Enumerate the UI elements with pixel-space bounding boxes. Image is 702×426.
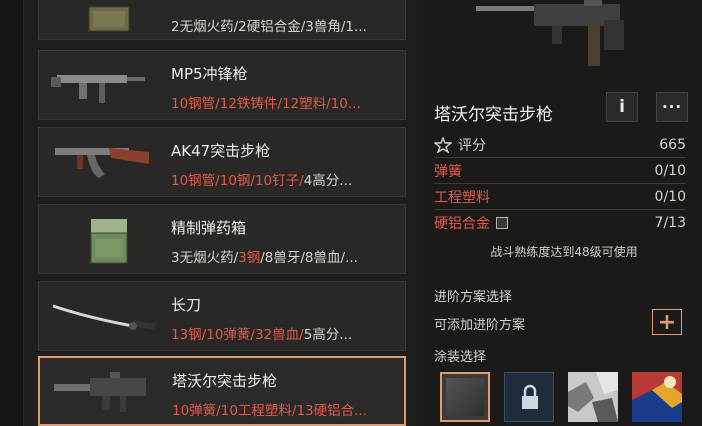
recipe-list: 2无烟火药/2硬铝合金/3兽角/1... MP5冲锋枪 10钢管/12铁铸件/1… bbox=[24, 0, 418, 426]
material-label: 弹簧 bbox=[434, 164, 462, 180]
list-item[interactable]: AK47突击步枪 10钢管/10钢/10钉子/4高分... bbox=[38, 127, 406, 197]
list-item[interactable]: 长刀 13钢/10弹簧/32兽血/5高分... bbox=[38, 281, 406, 351]
item-name: AK47突击步枪 bbox=[171, 142, 271, 160]
material-value: 0/10 bbox=[654, 163, 686, 179]
page-title: 塔沃尔突击步枪 bbox=[434, 105, 553, 125]
divider bbox=[434, 157, 686, 158]
list-item[interactable]: 2无烟火药/2硬铝合金/3兽角/1... bbox=[38, 0, 406, 40]
score-row: 评分 665 bbox=[434, 133, 686, 157]
material-row: 工程塑料 0/10 bbox=[434, 185, 686, 209]
ammo-crate-icon bbox=[90, 219, 128, 264]
plus-icon: + bbox=[657, 309, 677, 335]
skin-section-title: 涂装选择 bbox=[434, 350, 487, 365]
item-materials: 3无烟火药/3钢/8兽牙/8兽血/... bbox=[171, 250, 358, 266]
material-label: 工程塑料 bbox=[434, 190, 490, 206]
tavor-rifle-icon bbox=[54, 372, 146, 412]
camo-pattern-icon bbox=[568, 372, 618, 422]
material-row: 弹簧 0/10 bbox=[434, 159, 686, 183]
upgrade-hint: 可添加进阶方案 bbox=[434, 318, 526, 333]
skin-option-default[interactable] bbox=[440, 372, 490, 422]
info-button[interactable]: i bbox=[606, 92, 638, 122]
item-name: 精制弹药箱 bbox=[171, 219, 247, 237]
item-materials: 10钢管/12铁铸件/12塑料/10... bbox=[171, 96, 361, 112]
requirement-note: 战斗熟练度达到48级可使用 bbox=[490, 245, 638, 259]
lock-icon bbox=[522, 384, 538, 409]
list-item-selected[interactable]: 塔沃尔突击步枪 10弹簧/10工程塑料/13硬铝合... bbox=[38, 356, 406, 426]
tavor-rifle-preview-icon bbox=[476, 0, 624, 66]
supply-crate-icon bbox=[88, 6, 130, 32]
score-value: 665 bbox=[659, 137, 686, 153]
item-name: 塔沃尔突击步枪 bbox=[172, 372, 278, 390]
upgrade-section-title: 进阶方案选择 bbox=[434, 290, 513, 305]
long-blade-icon bbox=[52, 304, 156, 330]
item-materials: 13钢/10弹簧/32兽血/5高分... bbox=[171, 327, 353, 343]
list-item[interactable]: 精制弹药箱 3无烟火药/3钢/8兽牙/8兽血/... bbox=[38, 204, 406, 274]
mp5-gun-icon bbox=[51, 75, 145, 103]
ak47-gun-icon bbox=[55, 148, 149, 178]
divider bbox=[434, 209, 686, 210]
material-row: 硬铝合金 7/13 bbox=[434, 211, 686, 235]
list-item[interactable]: MP5冲锋枪 10钢管/12铁铸件/12塑料/10... bbox=[38, 50, 406, 120]
item-name: MP5冲锋枪 bbox=[171, 65, 248, 83]
premium-skin-icon bbox=[632, 372, 682, 422]
item-name: 长刀 bbox=[171, 296, 202, 314]
item-materials: 2无烟火药/2硬铝合金/3兽角/1... bbox=[171, 19, 367, 35]
material-value: 7/13 bbox=[654, 215, 686, 231]
rating-icon bbox=[434, 137, 452, 153]
more-button[interactable]: ··· bbox=[656, 92, 688, 122]
more-icon: ··· bbox=[661, 98, 683, 116]
score-label: 评分 bbox=[458, 138, 486, 154]
info-icon: i bbox=[619, 97, 625, 117]
skin-option-locked[interactable] bbox=[504, 372, 554, 422]
divider bbox=[434, 183, 686, 184]
material-value: 0/10 bbox=[654, 189, 686, 205]
item-materials: 10钢管/10钢/10钉子/4高分... bbox=[171, 173, 353, 189]
left-rail bbox=[0, 0, 24, 426]
skin-option-premium[interactable] bbox=[632, 372, 682, 422]
add-upgrade-button[interactable]: + bbox=[652, 309, 682, 335]
skin-option-camo[interactable] bbox=[568, 372, 618, 422]
material-label: 硬铝合金 bbox=[434, 216, 490, 232]
detail-panel: 塔沃尔突击步枪 i ··· 评分 665 弹簧 0/10 工程塑料 0/10 硬… bbox=[426, 0, 702, 426]
item-materials: 10弹簧/10工程塑料/13硬铝合... bbox=[172, 403, 368, 419]
storage-icon bbox=[496, 217, 508, 229]
